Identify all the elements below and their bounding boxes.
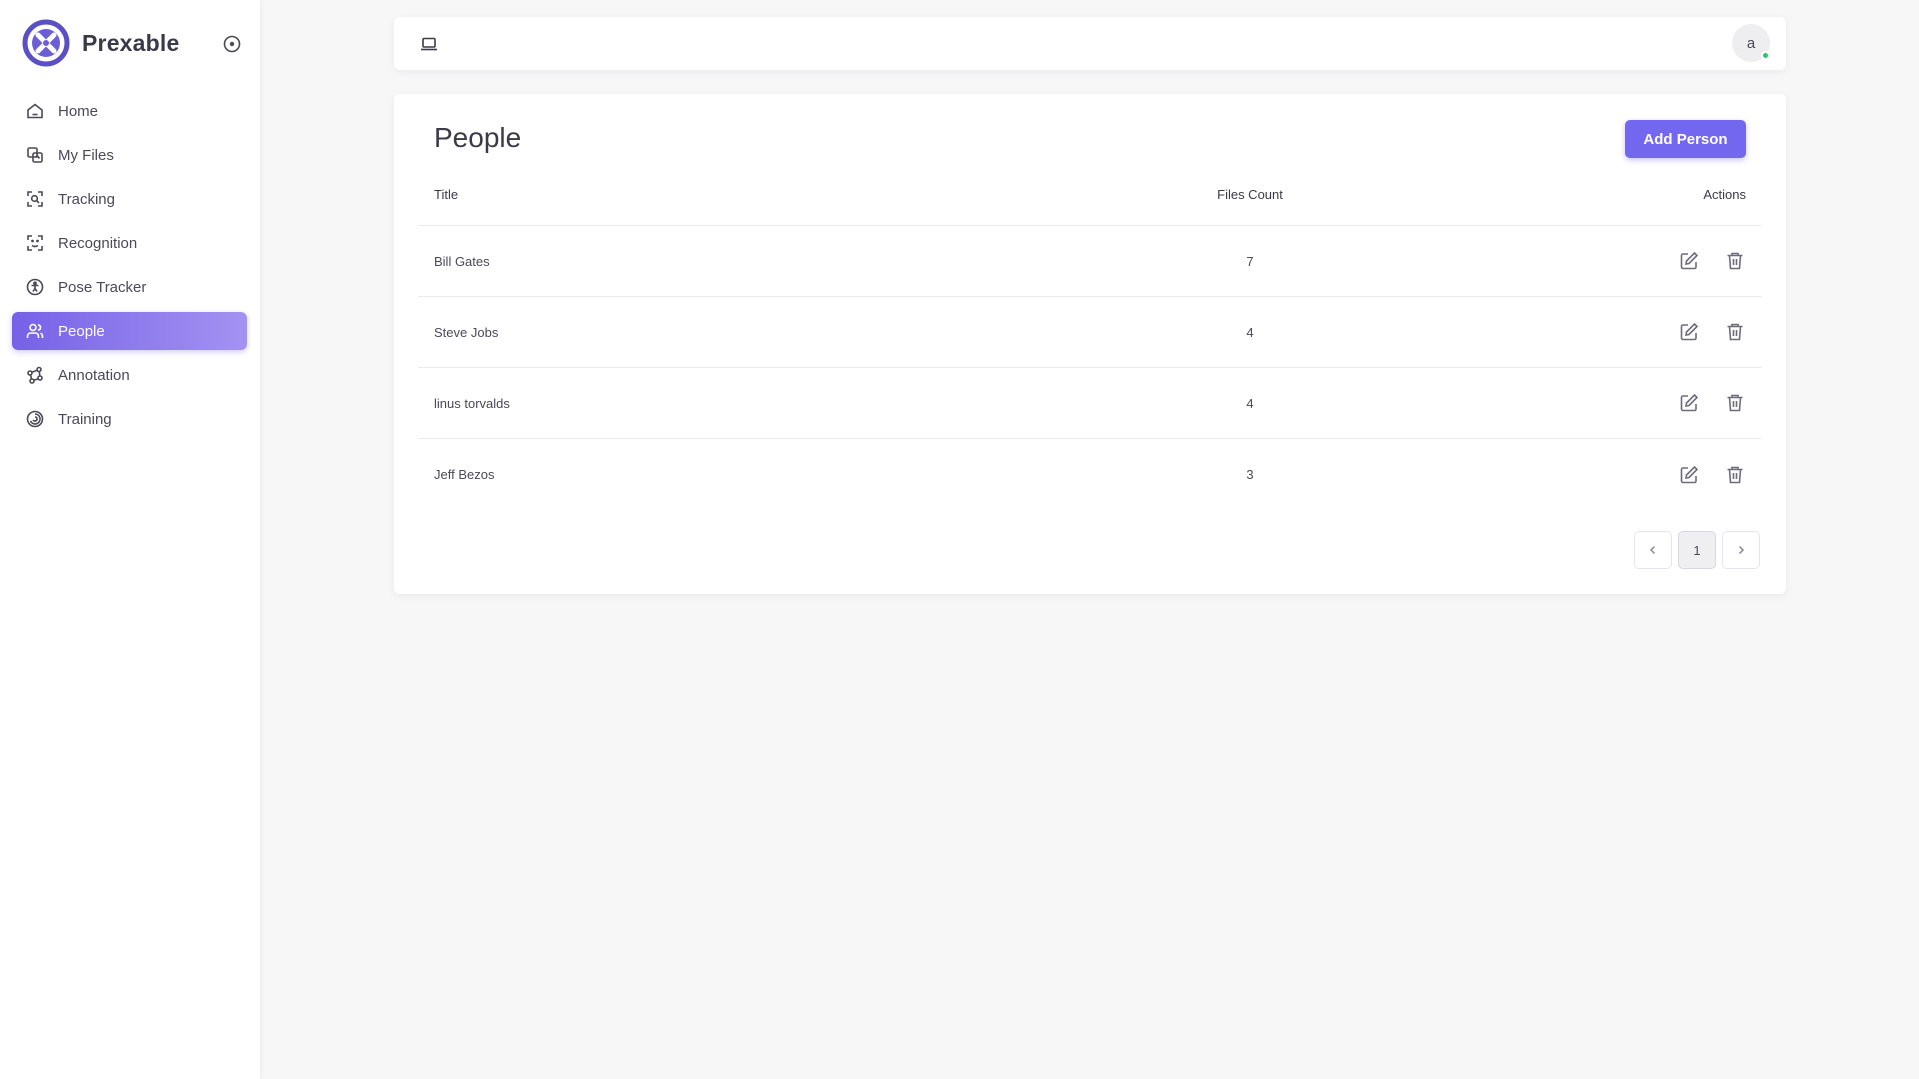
people-card: People Add Person Title Files Count Acti… [394,94,1786,594]
topbar: a [394,17,1786,70]
chevron-right-icon [1738,545,1745,555]
row-actions [1502,250,1762,272]
trash-icon[interactable] [1724,250,1746,272]
row-actions [1502,321,1762,343]
sidebar-nav: Home My Files Tracking Recognition Pose … [12,92,247,444]
table-row: Steve Jobs 4 [418,297,1762,368]
table-row: Bill Gates 7 [418,226,1762,297]
row-actions [1502,464,1762,486]
people-icon [25,321,45,341]
brand[interactable]: Prexable [22,19,180,67]
person-files-count: 7 [1246,253,1254,269]
person-title: Steve Jobs [434,324,499,340]
people-table: Title Files Count Actions Bill Gates 7 S… [418,164,1762,510]
trash-icon[interactable] [1724,392,1746,414]
page-title: People [434,122,522,153]
sidebar-item-my-files[interactable]: My Files [12,136,247,174]
sidebar-item-people[interactable]: People [12,312,247,350]
sidebar-item-home[interactable]: Home [12,92,247,130]
pagination: 1 [1628,531,1760,569]
brand-name: Prexable [82,29,180,56]
person-files-count: 4 [1246,395,1254,411]
pose-icon [25,277,45,297]
next-page-button[interactable] [1722,531,1760,569]
sidebar-item-label: Training [58,410,112,428]
sidebar-item-training[interactable]: Training [12,400,247,438]
edit-icon[interactable] [1678,464,1700,486]
sidebar-item-annotation[interactable]: Annotation [12,356,247,394]
person-files-count: 3 [1246,467,1254,482]
sidebar-item-label: People [58,322,105,340]
person-files-count: 4 [1246,324,1254,340]
chevron-left-icon [1649,545,1656,555]
column-header-title[interactable]: Title [418,187,998,202]
table-header: Title Files Count Actions [418,164,1762,226]
annotation-icon [25,365,45,385]
training-icon [25,409,45,429]
page-button-current[interactable]: 1 [1678,531,1716,569]
sidebar-item-label: Recognition [58,234,138,252]
online-status-dot [1761,51,1770,60]
avatar-initial: a [1746,34,1756,52]
table-row: linus torvalds 4 [418,368,1762,439]
edit-icon[interactable] [1678,392,1700,414]
sidebar-toggle-icon[interactable] [223,35,241,53]
sidebar-item-label: Home [58,102,99,120]
person-title: linus torvalds [434,395,510,411]
files-icon [25,145,45,165]
user-avatar[interactable]: a [1732,24,1770,62]
sidebar-item-tracking[interactable]: Tracking [12,180,247,218]
person-title: Jeff Bezos [434,467,495,482]
sidebar-item-label: Pose Tracker [58,278,147,296]
edit-icon[interactable] [1678,321,1700,343]
tracking-icon [25,189,45,209]
row-actions [1502,392,1762,414]
trash-icon[interactable] [1724,464,1746,486]
sidebar-item-label: Tracking [58,190,115,208]
laptop-icon[interactable] [419,34,439,54]
add-person-button[interactable]: Add Person [1625,120,1746,158]
person-title: Bill Gates [434,253,490,269]
table-row: Jeff Bezos 3 [418,439,1762,510]
column-header-actions: Actions [1703,187,1746,202]
edit-icon[interactable] [1678,250,1700,272]
sidebar-item-recognition[interactable]: Recognition [12,224,247,262]
sidebar-item-pose-tracker[interactable]: Pose Tracker [12,268,247,306]
prev-page-button[interactable] [1634,531,1672,569]
prexable-logo-icon [22,19,70,67]
home-icon [25,101,45,121]
sidebar-item-label: Annotation [58,366,130,384]
recognition-icon [25,233,45,253]
sidebar: Prexable Home My Files Tracking Recognit… [0,0,260,1079]
sidebar-item-label: My Files [58,146,114,164]
trash-icon[interactable] [1724,321,1746,343]
column-header-files-count[interactable]: Files Count [998,187,1502,202]
